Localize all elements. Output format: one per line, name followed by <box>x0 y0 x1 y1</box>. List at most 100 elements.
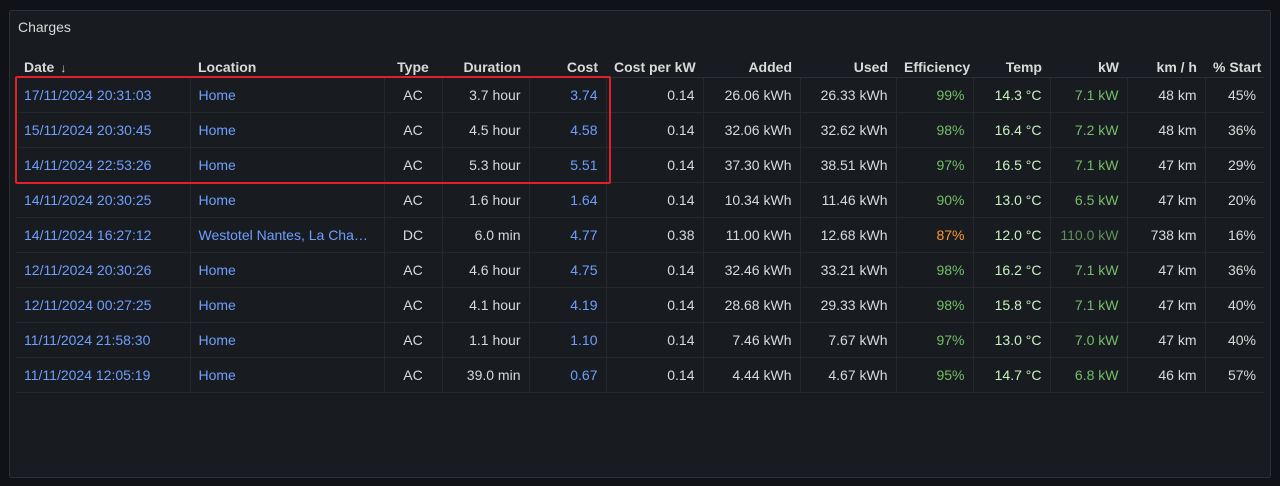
cell-date[interactable]: 14/11/2024 16:27:12 <box>16 217 191 253</box>
column-header-label: Used <box>853 58 888 75</box>
column-header-label: Cost per kW <box>614 58 696 75</box>
column-header-cost[interactable]: Cost <box>529 52 606 78</box>
cell-start: 45% <box>1205 77 1264 113</box>
column-header-kmh[interactable]: km / h <box>1127 52 1205 78</box>
cell-duration: 4.5 hour <box>442 112 530 148</box>
cell-temp: 14.3 °C <box>973 77 1051 113</box>
cell-location[interactable]: Home <box>190 322 385 358</box>
cell-cost[interactable]: 1.10 <box>529 322 607 358</box>
cell-start: 40% <box>1205 322 1264 358</box>
column-header-used[interactable]: Used <box>800 52 896 78</box>
cell-date[interactable]: 17/11/2024 20:31:03 <box>16 77 191 113</box>
table-row: 11/11/2024 21:58:30 Home AC 1.1 hour 1.10 0.1… <box>16 322 1264 358</box>
cell-start: 36% <box>1205 252 1264 288</box>
column-header-kw[interactable]: kW <box>1050 52 1127 78</box>
cell-cost-per-kw: 0.14 <box>606 182 704 218</box>
cell-duration: 39.0 min <box>442 357 530 393</box>
table-row: 14/11/2024 20:30:25 Home AC 1.6 hour 1.64 0.1… <box>16 182 1264 218</box>
cell-location[interactable]: Home <box>190 147 385 183</box>
cell-duration: 1.6 hour <box>442 182 530 218</box>
cell-temp: 16.5 °C <box>973 147 1051 183</box>
cell-date[interactable]: 11/11/2024 21:58:30 <box>16 322 191 358</box>
cell-date[interactable]: 12/11/2024 20:30:26 <box>16 252 191 288</box>
column-header-label: Type <box>397 58 429 75</box>
column-header-label: kW <box>1098 58 1119 75</box>
column-header-added[interactable]: Added <box>703 52 800 78</box>
column-header-date[interactable]: Date ↓ <box>16 52 190 78</box>
cell-type: AC <box>384 147 443 183</box>
cell-location[interactable]: Home <box>190 77 385 113</box>
cell-location[interactable]: Home <box>190 287 385 323</box>
column-header-label: % Start <box>1213 58 1262 75</box>
cell-date[interactable]: 15/11/2024 20:30:45 <box>16 112 191 148</box>
cell-cost[interactable]: 0.67 <box>529 357 607 393</box>
column-header-start[interactable]: % Start <box>1205 52 1264 78</box>
cell-added: 32.46 kWh <box>703 252 801 288</box>
cell-date[interactable]: 14/11/2024 20:30:25 <box>16 182 191 218</box>
cell-start: 29% <box>1205 147 1264 183</box>
cell-kw: 6.8 kW <box>1050 357 1128 393</box>
cell-temp: 16.4 °C <box>973 112 1051 148</box>
column-header-label: km / h <box>1156 58 1197 75</box>
cell-location[interactable]: Home <box>190 252 385 288</box>
cell-type: AC <box>384 287 443 323</box>
cell-kw: 6.5 kW <box>1050 182 1128 218</box>
cell-cost[interactable]: 3.74 <box>529 77 607 113</box>
cell-duration: 3.7 hour <box>442 77 530 113</box>
cell-location[interactable]: Home <box>190 182 385 218</box>
cell-cost-per-kw: 0.14 <box>606 287 704 323</box>
column-header-type[interactable]: Type <box>384 52 442 78</box>
cell-date[interactable]: 11/11/2024 12:05:19 <box>16 357 191 393</box>
cell-type: AC <box>384 77 443 113</box>
cell-added: 28.68 kWh <box>703 287 801 323</box>
cell-used: 11.46 kWh <box>800 182 897 218</box>
cell-type: DC <box>384 217 443 253</box>
table-row: 14/11/2024 22:53:26 Home AC 5.3 hour 5.51 0.1… <box>16 147 1264 183</box>
cell-added: 10.34 kWh <box>703 182 801 218</box>
cell-start: 57% <box>1205 357 1264 393</box>
cell-kw: 7.1 kW <box>1050 147 1128 183</box>
column-header-temp[interactable]: Temp <box>973 52 1050 78</box>
cell-kmh: 47 km <box>1127 182 1206 218</box>
cell-start: 20% <box>1205 182 1264 218</box>
cell-kw: 7.1 kW <box>1050 252 1128 288</box>
cell-cost[interactable]: 5.51 <box>529 147 607 183</box>
table-row: 14/11/2024 16:27:12 Westotel Nantes, La C… <box>16 217 1264 253</box>
cell-location[interactable]: Westotel Nantes, La Cha… <box>190 217 385 253</box>
cell-date[interactable]: 14/11/2024 22:53:26 <box>16 147 191 183</box>
cell-cost[interactable]: 4.77 <box>529 217 607 253</box>
cell-type: AC <box>384 182 443 218</box>
cell-cost[interactable]: 4.19 <box>529 287 607 323</box>
cell-kw: 7.1 kW <box>1050 287 1128 323</box>
cell-cost[interactable]: 4.75 <box>529 252 607 288</box>
cell-cost-per-kw: 0.14 <box>606 252 704 288</box>
table-row: 12/11/2024 00:27:25 Home AC 4.1 hour 4.19 0.1… <box>16 287 1264 323</box>
cell-added: 11.00 kWh <box>703 217 801 253</box>
sort-arrow-down-icon: ↓ <box>60 60 67 75</box>
column-header-location[interactable]: Location <box>190 52 384 78</box>
cell-cost[interactable]: 4.58 <box>529 112 607 148</box>
cell-kmh: 47 km <box>1127 287 1206 323</box>
cell-date[interactable]: 12/11/2024 00:27:25 <box>16 287 191 323</box>
charges-table: Date ↓ Location Type Duration Cost Cost per kW… <box>16 52 1264 393</box>
cell-kmh: 47 km <box>1127 252 1206 288</box>
column-header-label: Location <box>198 58 257 75</box>
cell-efficiency: 87% <box>896 217 974 253</box>
column-header-duration[interactable]: Duration <box>442 52 529 78</box>
cell-location[interactable]: Home <box>190 357 385 393</box>
cell-kw: 7.2 kW <box>1050 112 1128 148</box>
cell-location[interactable]: Home <box>190 112 385 148</box>
cell-added: 37.30 kWh <box>703 147 801 183</box>
cell-type: AC <box>384 252 443 288</box>
cell-cost[interactable]: 1.64 <box>529 182 607 218</box>
cell-added: 26.06 kWh <box>703 77 801 113</box>
cell-type: AC <box>384 322 443 358</box>
column-header-cost-per-kw[interactable]: Cost per kW <box>606 52 703 78</box>
cell-start: 36% <box>1205 112 1264 148</box>
column-header-efficiency[interactable]: Efficiency <box>896 52 973 78</box>
cell-efficiency: 98% <box>896 252 974 288</box>
panel-title: Charges <box>18 19 71 35</box>
cell-kw: 7.0 kW <box>1050 322 1128 358</box>
cell-cost-per-kw: 0.14 <box>606 112 704 148</box>
cell-efficiency: 90% <box>896 182 974 218</box>
